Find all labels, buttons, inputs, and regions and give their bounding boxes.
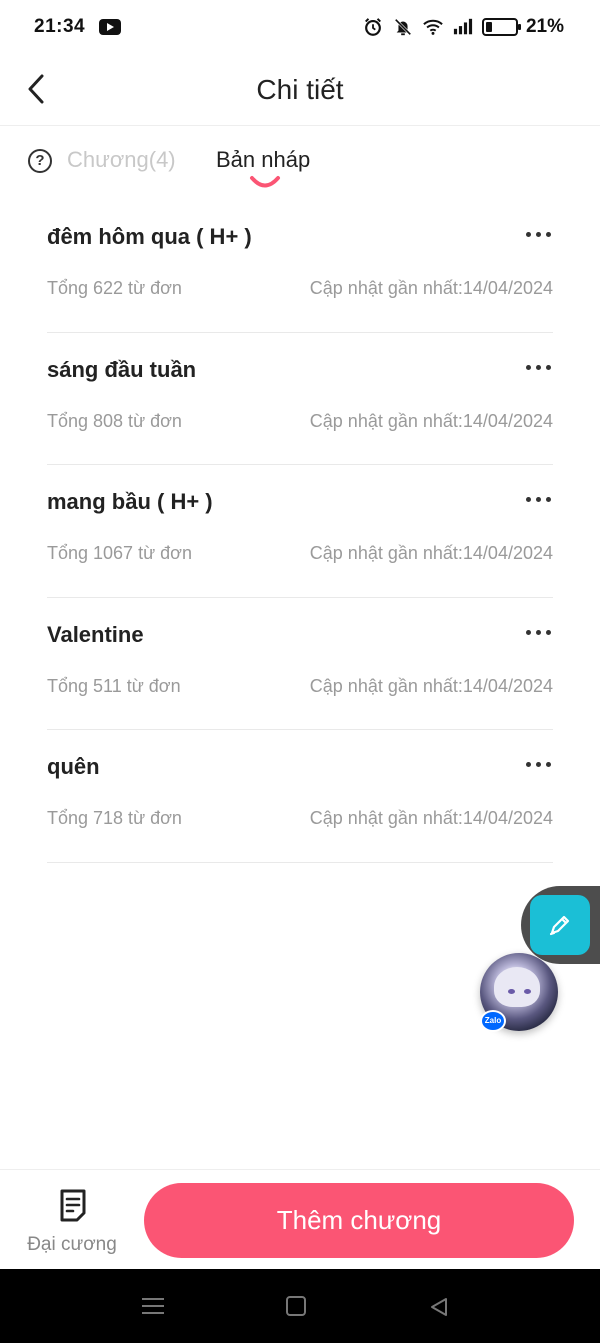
draft-list: đêm hôm qua ( H+ ) Tổng 622 từ đơn Cập n… — [47, 200, 553, 863]
more-options-icon[interactable] — [525, 226, 553, 242]
bottom-bar: Đại cương Thêm chương — [0, 1169, 600, 1269]
avatar-eye — [508, 989, 515, 994]
add-chapter-button[interactable]: Thêm chương — [144, 1183, 574, 1258]
list-item[interactable]: mang bầu ( H+ ) Tổng 1067 từ đơn Cập nhậ… — [47, 465, 553, 598]
draft-title: quên — [47, 754, 100, 779]
draft-title: sáng đầu tuần — [47, 356, 197, 382]
list-item[interactable]: sáng đầu tuần Tổng 808 từ đơn Cập nhật g… — [47, 333, 553, 465]
draft-word-count: Tổng 622 từ đơn — [47, 278, 182, 298]
status-time: 21:34 — [34, 16, 86, 37]
app-header: Chi tiết — [0, 54, 600, 126]
document-icon — [60, 1189, 86, 1222]
status-left: 21:34 — [34, 16, 122, 38]
list-item[interactable]: đêm hôm qua ( H+ ) Tổng 622 từ đơn Cập n… — [47, 200, 553, 333]
home-button[interactable] — [286, 1296, 306, 1316]
outline-button[interactable]: Đại cương — [20, 1186, 124, 1258]
triangle-back-icon — [431, 1298, 447, 1316]
avatar-eye — [524, 989, 531, 994]
draft-updated-date: Cập nhật gần nhất:14/04/2024 — [309, 278, 553, 298]
alarm-icon — [364, 18, 381, 36]
status-bar: 21:34 21% — [0, 0, 600, 54]
pen-icon — [549, 915, 570, 936]
draft-title: đêm hôm qua ( H+ ) — [47, 224, 252, 249]
status-right: 21% — [362, 16, 564, 38]
more-options-icon[interactable] — [525, 756, 553, 772]
draft-updated-date: Cập nhật gần nhất:14/04/2024 — [309, 808, 553, 828]
zalo-badge-icon: Zalo — [480, 1010, 506, 1032]
more-options-icon[interactable] — [525, 491, 553, 507]
help-icon[interactable]: ? — [28, 149, 52, 173]
youtube-icon — [99, 19, 122, 35]
more-options-icon[interactable] — [525, 359, 553, 375]
tab-chapters[interactable]: Chương(4) — [67, 147, 176, 173]
recent-apps-button[interactable] — [142, 1296, 164, 1316]
page-title: Chi tiết — [256, 74, 344, 105]
draft-word-count: Tổng 718 từ đơn — [47, 808, 182, 828]
draft-word-count: Tổng 1067 từ đơn — [47, 543, 192, 563]
draft-title: mang bầu ( H+ ) — [47, 489, 213, 514]
list-item[interactable]: Valentine Tổng 511 từ đơn Cập nhật gần n… — [47, 598, 553, 730]
tab-bar: ? Chương(4) Bản nháp — [0, 127, 600, 197]
tab-drafts[interactable]: Bản nháp — [216, 147, 310, 173]
draft-title: Valentine — [47, 621, 144, 647]
draft-updated-date: Cập nhật gần nhất:14/04/2024 — [309, 675, 553, 696]
battery-level-fill — [485, 22, 492, 32]
battery-percent: 21% — [525, 16, 564, 37]
signal-icon — [453, 18, 473, 35]
wifi-icon — [423, 19, 443, 35]
system-back-button[interactable] — [428, 1296, 450, 1318]
mute-icon — [394, 18, 412, 36]
floating-edit-button[interactable] — [530, 895, 590, 955]
more-options-icon[interactable] — [525, 624, 553, 640]
active-tab-indicator — [250, 176, 280, 188]
battery-icon — [481, 18, 521, 36]
draft-word-count: Tổng 808 từ đơn — [47, 410, 182, 431]
avatar-image — [494, 967, 540, 1007]
draft-updated-date: Cập nhật gần nhất:14/04/2024 — [309, 410, 553, 431]
list-item[interactable]: quên Tổng 718 từ đơn Cập nhật gần nhất:1… — [47, 730, 553, 863]
outline-label: Đại cương — [27, 1234, 117, 1255]
draft-updated-date: Cập nhật gần nhất:14/04/2024 — [309, 543, 553, 563]
system-nav-bar — [0, 1269, 600, 1343]
draft-word-count: Tổng 511 từ đơn — [47, 675, 181, 696]
